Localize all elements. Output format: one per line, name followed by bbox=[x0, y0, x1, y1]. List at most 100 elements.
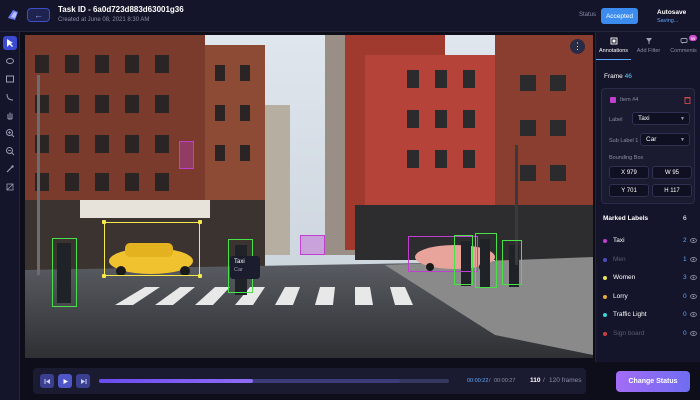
label-field-label: Label bbox=[609, 117, 623, 123]
marked-label-row[interactable]: Women 3 bbox=[601, 271, 697, 287]
polygon-icon[interactable] bbox=[3, 54, 17, 68]
label-count: 2 bbox=[683, 237, 687, 244]
label-name: Women bbox=[613, 274, 636, 281]
frame-title: Frame 46 bbox=[604, 73, 632, 80]
eyedropper-icon[interactable] bbox=[3, 162, 17, 176]
chevron-down-icon: ▼ bbox=[680, 137, 685, 143]
skip-forward-button[interactable] bbox=[76, 374, 90, 388]
eye-icon[interactable] bbox=[690, 312, 697, 317]
arrow-left-icon: ← bbox=[34, 9, 43, 20]
marked-label-row[interactable]: Men 1 bbox=[601, 253, 697, 269]
label-color-dot bbox=[603, 276, 607, 280]
video-player-controls: 00:00:22 / 00:00:27 110 / 120 frames bbox=[33, 368, 586, 394]
label-count: 1 bbox=[683, 255, 687, 263]
marked-labels-title: Marked Labels bbox=[603, 215, 649, 222]
eye-icon[interactable] bbox=[690, 275, 697, 280]
pan-hand-icon[interactable] bbox=[3, 108, 17, 122]
marked-label-row[interactable]: Traffic Light 0 bbox=[601, 308, 697, 324]
label-name: Lorry bbox=[613, 292, 628, 300]
tab-annotations[interactable]: Annotations bbox=[596, 32, 631, 60]
tooltip-label: Taxi bbox=[234, 259, 245, 265]
app-logo-icon bbox=[8, 10, 18, 20]
label-select[interactable]: Taxi ▼ bbox=[632, 112, 690, 125]
change-status-button[interactable]: Change Status bbox=[616, 371, 690, 392]
status-accepted-button[interactable]: Accepted bbox=[601, 8, 638, 24]
tab-add-filter[interactable]: Add Filter bbox=[631, 32, 666, 60]
tooltip-sublabel: Car bbox=[234, 267, 243, 273]
tab-comments[interactable]: Comments 99 bbox=[666, 32, 700, 60]
task-created-date: Created at June 08, 2021 8:30 AM bbox=[58, 17, 150, 23]
label-color-dot bbox=[603, 239, 607, 243]
frame-label: Frame bbox=[604, 73, 623, 80]
bbox-traffic-light[interactable] bbox=[179, 141, 194, 169]
label-count: 0 bbox=[683, 311, 687, 318]
line-icon[interactable] bbox=[3, 90, 17, 104]
resize-handle[interactable] bbox=[198, 220, 202, 224]
resize-handle[interactable] bbox=[102, 220, 106, 224]
rectangle-icon[interactable] bbox=[3, 72, 17, 86]
sublabel-field-label: Sub Label 1 bbox=[609, 138, 639, 144]
play-button[interactable] bbox=[58, 374, 72, 388]
bounding-box-label: Bounding Box bbox=[609, 155, 644, 161]
current-time: 00:00:22 bbox=[467, 378, 489, 384]
bbox-car-distant[interactable] bbox=[300, 235, 325, 255]
current-frame: 110 bbox=[530, 377, 541, 384]
bbox-x-field[interactable]: X 979 bbox=[609, 166, 649, 179]
left-toolbar bbox=[0, 32, 20, 400]
label-count: 0 bbox=[683, 292, 687, 300]
eye-icon[interactable] bbox=[690, 293, 697, 299]
label-select-value: Taxi bbox=[638, 115, 650, 122]
eye-icon[interactable] bbox=[690, 256, 697, 262]
selected-annotation-tooltip: Taxi Car bbox=[230, 256, 260, 279]
hide-icon[interactable] bbox=[3, 180, 17, 194]
bbox-taxi-selected[interactable] bbox=[104, 222, 200, 276]
zoom-out-icon[interactable] bbox=[3, 144, 17, 158]
annotations-icon bbox=[610, 37, 617, 45]
item-name: Item #4 bbox=[620, 97, 639, 103]
bbox-h-field[interactable]: H 117 bbox=[652, 184, 692, 197]
item-color-swatch bbox=[610, 97, 616, 103]
timeline-track[interactable] bbox=[99, 379, 449, 383]
marked-label-row[interactable]: Taxi 2 bbox=[601, 234, 697, 250]
bbox-y-field[interactable]: Y 701 bbox=[609, 184, 649, 197]
saving-status: Saving... bbox=[657, 18, 679, 24]
frame-number: 46 bbox=[624, 73, 632, 80]
play-icon bbox=[63, 378, 68, 384]
label-name: Taxi bbox=[613, 237, 625, 244]
marked-labels-count: 6 bbox=[683, 215, 687, 222]
bbox-person[interactable] bbox=[454, 235, 473, 285]
time-separator: / bbox=[489, 378, 491, 384]
skip-back-button[interactable] bbox=[40, 374, 54, 388]
bbox-person[interactable] bbox=[502, 240, 522, 285]
eye-icon[interactable] bbox=[690, 330, 697, 336]
total-time: 00:00:27 bbox=[494, 378, 516, 384]
marked-label-row[interactable]: Lorry 0 bbox=[601, 290, 697, 306]
top-bar: ← Task ID - 6a0d723d883d63001g36 Created… bbox=[0, 0, 700, 32]
label-color-dot bbox=[603, 313, 607, 317]
timeline-progress bbox=[99, 379, 253, 383]
label-name: Men bbox=[613, 255, 626, 263]
zoom-in-icon[interactable] bbox=[3, 126, 17, 140]
bbox-person[interactable] bbox=[52, 238, 77, 307]
eye-icon[interactable] bbox=[690, 238, 697, 243]
skip-back-icon bbox=[44, 378, 50, 384]
bbox-person[interactable] bbox=[475, 233, 497, 288]
resize-handle[interactable] bbox=[198, 274, 202, 278]
bbox-w-field[interactable]: W 95 bbox=[652, 166, 692, 179]
pointer-icon[interactable] bbox=[3, 36, 17, 50]
tab-add-filter-label: Add Filter bbox=[636, 48, 661, 54]
filter-icon bbox=[645, 38, 652, 44]
label-count: 3 bbox=[683, 274, 687, 281]
back-button[interactable]: ← bbox=[27, 8, 50, 22]
comments-icon bbox=[680, 38, 687, 44]
status-label: Status bbox=[579, 12, 597, 18]
sublabel-select[interactable]: Car ▼ bbox=[640, 133, 690, 146]
more-vertical-icon[interactable]: ⋮ bbox=[570, 39, 585, 54]
tab-annotations-label: Annotations bbox=[598, 48, 629, 54]
skip-forward-icon bbox=[80, 378, 86, 384]
marked-label-row[interactable]: Sign board 0 bbox=[601, 327, 697, 343]
resize-handle[interactable] bbox=[102, 274, 106, 278]
trash-icon[interactable] bbox=[684, 96, 691, 104]
street-scene-image bbox=[25, 35, 593, 358]
annotation-canvas[interactable]: Taxi Car bbox=[25, 35, 593, 358]
